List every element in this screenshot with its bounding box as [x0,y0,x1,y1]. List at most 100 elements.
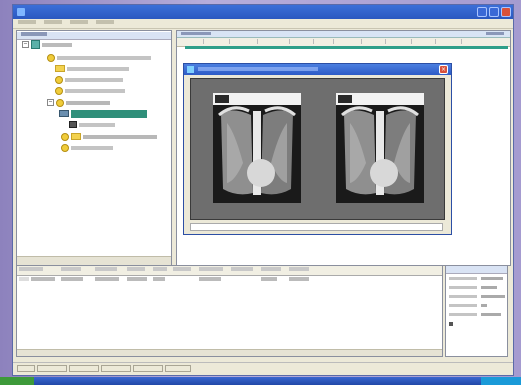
tab-label[interactable] [181,32,211,35]
column-header[interactable] [315,39,334,44]
row-icon [19,277,29,281]
tree-node[interactable] [69,120,115,129]
status-segment [101,365,131,372]
column-header[interactable] [153,267,167,271]
table-cell [289,277,309,281]
menu-item[interactable] [44,20,62,24]
chest-xray-graphic [213,93,301,203]
tree-node[interactable]: − [47,98,110,107]
tree-root[interactable]: − [22,40,72,49]
menu-bar [13,19,513,29]
study-icon [47,53,55,62]
column-header[interactable] [205,39,230,44]
table-cell [127,277,147,281]
column-header[interactable] [231,267,253,271]
column-header[interactable] [127,267,145,271]
viewer-title-bar: × [184,64,451,75]
column-header[interactable] [19,267,43,271]
status-segment [69,365,99,372]
title-bar [13,5,513,19]
status-segment [37,365,67,372]
column-header[interactable] [437,39,462,44]
tab-label[interactable] [486,32,504,35]
column-header[interactable] [181,39,204,44]
column-header[interactable] [291,39,314,44]
results-grid [16,265,443,357]
xray-image-left[interactable] [213,93,301,203]
image-viewer-window: × [183,63,452,235]
study-icon [61,132,69,141]
minimize-button[interactable] [477,7,487,17]
folder-icon [71,133,81,140]
menu-item[interactable] [18,20,36,24]
tree-header [17,32,171,40]
column-header[interactable] [231,39,258,44]
column-header[interactable] [95,267,117,271]
column-header[interactable] [335,39,362,44]
column-header[interactable] [261,267,281,271]
property-row [446,283,507,292]
table-row[interactable] [17,276,442,284]
menu-item[interactable] [70,20,88,24]
study-icon [55,75,63,84]
property-row [446,274,507,283]
column-header[interactable] [61,267,81,271]
close-icon[interactable]: × [439,65,448,74]
collapse-toggle[interactable]: − [22,41,29,48]
xray-image-right[interactable] [336,93,424,203]
property-row [446,310,507,319]
table-cell [61,277,83,281]
tree-node[interactable] [61,143,113,152]
tree-node-selected[interactable] [59,109,147,118]
column-header[interactable] [413,39,436,44]
results-header [17,266,442,276]
system-tray [481,377,521,385]
study-icon [55,86,63,95]
status-bar [13,362,513,375]
study-tree-panel: − − [16,30,172,266]
property-row [446,292,507,301]
tree-node[interactable] [55,75,123,84]
table-cell [153,277,165,281]
server-icon [31,40,40,49]
tree-horizontal-scrollbar[interactable] [17,256,171,265]
property-row [446,301,507,310]
viewer-app-icon [187,66,194,73]
start-button[interactable] [0,377,34,385]
series-icon [59,110,69,117]
image-icon [69,121,77,128]
tree-node[interactable] [61,132,157,141]
image-canvas[interactable] [190,78,445,220]
results-horizontal-scrollbar[interactable] [17,349,442,356]
property-row [446,319,507,328]
menu-item[interactable] [96,20,114,24]
application-window: − − × [12,4,514,376]
column-header[interactable] [173,267,191,271]
tree-node[interactable] [55,86,125,95]
viewer-status-bar [190,223,443,231]
properties-header [446,266,507,274]
column-header[interactable] [289,267,309,271]
status-segment [133,365,163,372]
table-cell [261,277,277,281]
viewer-title [198,67,318,71]
study-icon [61,143,69,152]
table-cell [31,277,55,281]
maximize-button[interactable] [489,7,499,17]
tree-root-label [42,42,72,47]
folder-icon [55,65,65,72]
chest-xray-graphic [336,93,424,203]
column-header[interactable] [259,39,290,44]
column-header[interactable] [387,39,412,44]
taskbar [0,377,521,385]
selection-highlight-bar [185,46,508,49]
column-header[interactable] [363,39,386,44]
properties-panel [445,265,508,357]
tree-node[interactable] [55,64,129,73]
collapse-toggle[interactable]: − [47,99,54,106]
column-header[interactable] [199,267,223,271]
close-button[interactable] [501,7,511,17]
table-cell [199,277,221,281]
tree-node[interactable] [47,53,151,62]
study-icon [56,98,64,107]
